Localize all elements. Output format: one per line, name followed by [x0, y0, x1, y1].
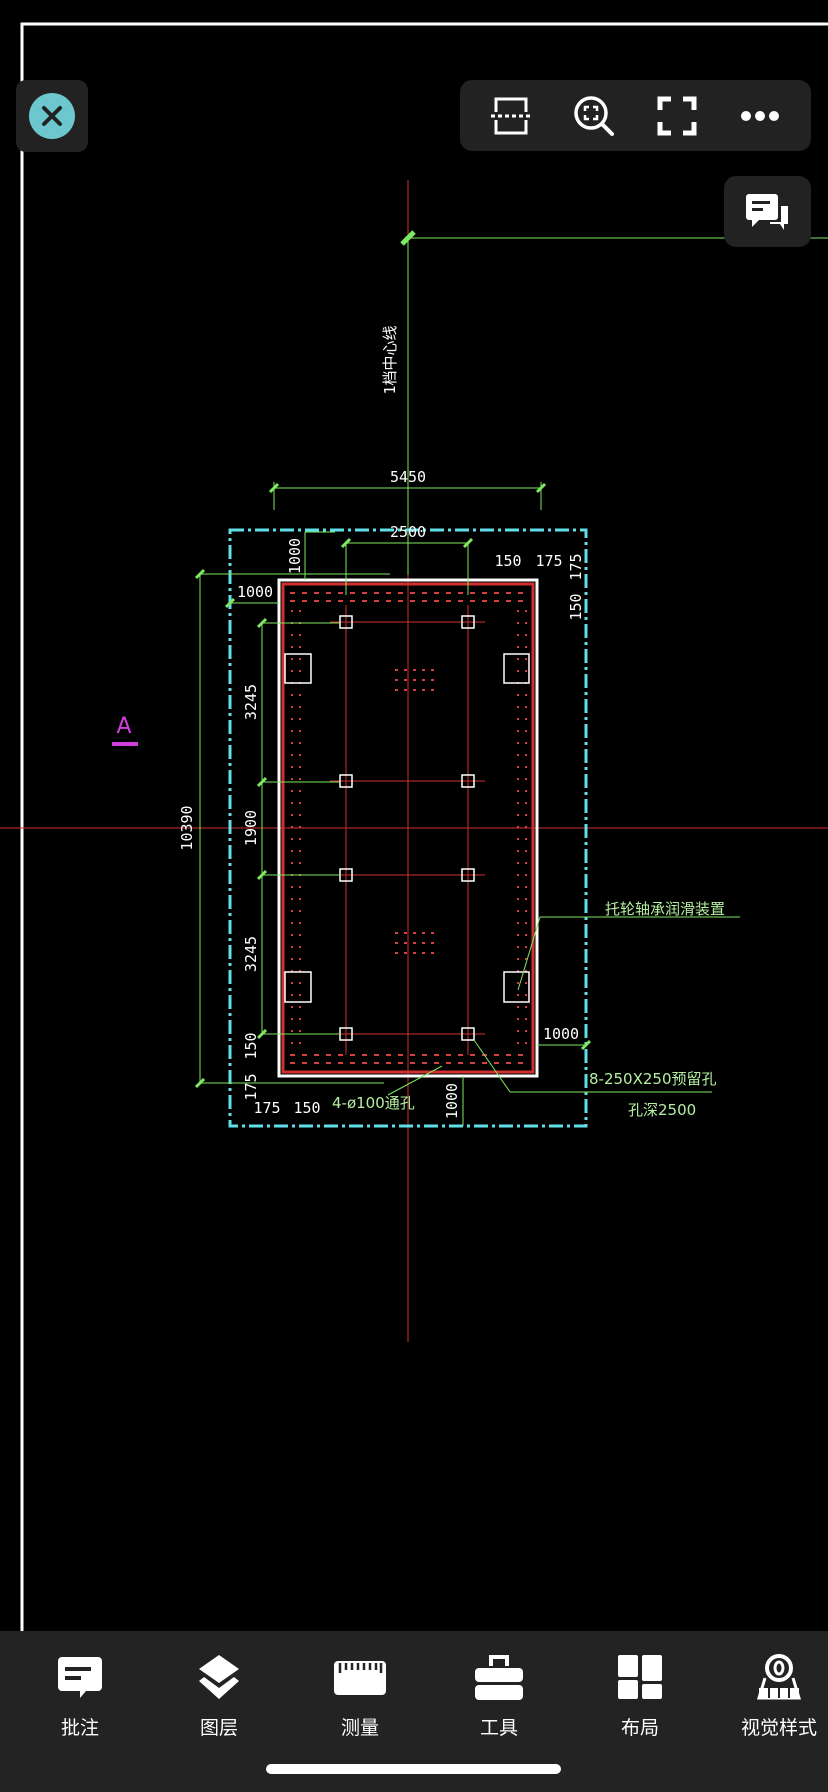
comments-icon	[745, 193, 788, 230]
note-hole-depth: 孔深2500	[628, 1101, 696, 1119]
dim-left-offset: 1000	[237, 583, 273, 601]
dim-right-top-a: 175	[567, 553, 585, 580]
cad-drawing-canvas[interactable]: 1档中心线 5450 2500 1000 150 175 175 150 100…	[0, 0, 828, 1631]
note-lubrication: 托轮轴承润滑装置	[605, 900, 725, 918]
nav-tools[interactable]: 工具	[444, 1653, 554, 1740]
nav-label: 工具	[479, 1717, 518, 1739]
close-button[interactable]	[16, 80, 88, 152]
top-toolbar	[460, 80, 811, 151]
dim-left-bottom-a: 150	[242, 1032, 260, 1059]
zoom-extent-button[interactable]	[564, 86, 624, 146]
nav-label: 批注	[60, 1717, 99, 1739]
dim-span-mid: 1900	[242, 810, 260, 846]
toolbox-icon	[475, 1655, 523, 1700]
note-through-holes: 4-ø100通孔	[332, 1094, 415, 1112]
nav-visual-style[interactable]: 视觉样式	[724, 1653, 828, 1740]
home-indicator[interactable]	[266, 1764, 561, 1774]
layers-icon	[199, 1655, 239, 1699]
zoom-extent-icon	[574, 95, 615, 136]
section-marker[interactable]: A	[116, 714, 131, 739]
layout-icon	[618, 1655, 662, 1699]
more-icon	[740, 110, 779, 121]
nav-label: 视觉样式	[740, 1717, 817, 1739]
annotation-icon	[58, 1657, 102, 1698]
dim-overall-height: 10390	[178, 805, 196, 850]
nav-label: 测量	[340, 1717, 379, 1739]
fullscreen-icon	[657, 96, 697, 135]
dim-span-bottom: 3245	[242, 936, 260, 972]
visual-style-icon	[756, 1654, 802, 1700]
dim-bottom-left-b: 150	[293, 1099, 320, 1117]
dim-span-top: 3245	[242, 684, 260, 720]
split-view-icon	[491, 97, 532, 134]
nav-label: 图层	[199, 1717, 238, 1739]
dim-right-top-b: 150	[567, 593, 585, 620]
dim-bottom-left-a: 175	[253, 1099, 280, 1117]
nav-label: 布局	[620, 1717, 659, 1739]
dim-bottom-offset: 1000	[443, 1083, 461, 1119]
note-reserved-holes: 8-250X250预留孔	[589, 1070, 717, 1088]
dim-overall-width: 5450	[390, 468, 426, 486]
dim-left-bottom-b: 175	[242, 1073, 260, 1100]
dim-inner-width: 2500	[390, 523, 426, 541]
fullscreen-button[interactable]	[647, 86, 707, 146]
dim-right-offset: 1000	[543, 1025, 579, 1043]
ruler-icon	[334, 1661, 386, 1695]
close-icon	[29, 93, 75, 139]
nav-measure[interactable]: 测量	[305, 1653, 415, 1740]
more-button[interactable]	[730, 86, 790, 146]
dim-top-offset: 1000	[286, 538, 304, 574]
split-view-button[interactable]	[481, 86, 541, 146]
dim-top-right-b: 175	[535, 552, 562, 570]
dim-top-right-a: 150	[494, 552, 521, 570]
nav-annotation[interactable]: 批注	[25, 1653, 135, 1740]
centerline-label: 1档中心线	[381, 325, 399, 394]
comments-button[interactable]	[724, 176, 811, 247]
nav-layout[interactable]: 布局	[585, 1653, 695, 1740]
centerline-leader	[400, 230, 828, 575]
nav-layers[interactable]: 图层	[164, 1653, 274, 1740]
